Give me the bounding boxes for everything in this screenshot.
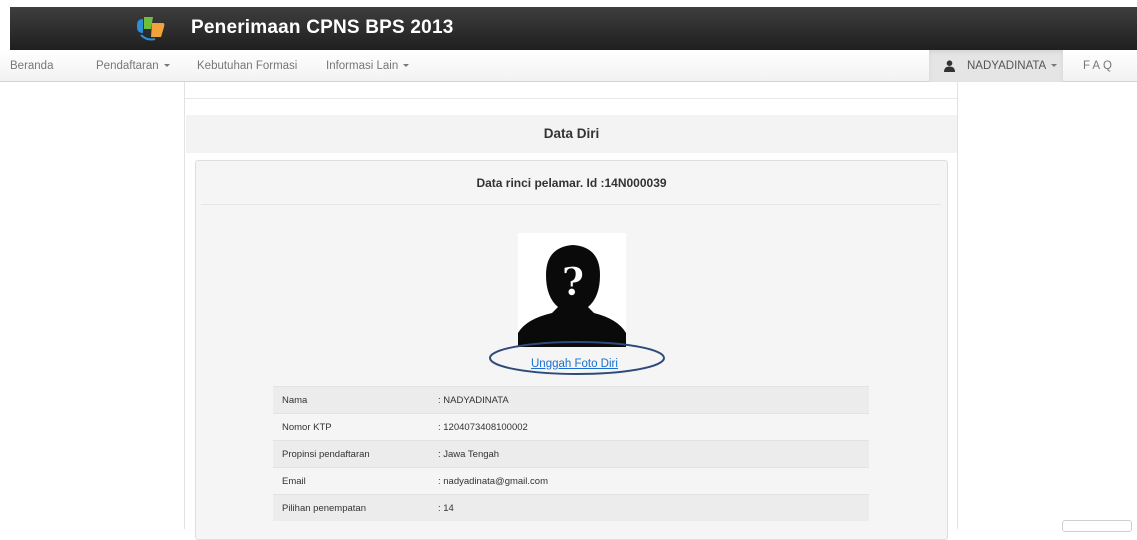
table-row: Pilihan penempatan : 14 [273, 494, 869, 521]
field-label: Nama [282, 395, 308, 406]
table-row: Nomor KTP : 1204073408100002 [273, 413, 869, 440]
nav-item-pendaftaran[interactable]: Pendaftaran [96, 50, 170, 82]
table-row: Nama : NADYADINATA [273, 386, 869, 413]
user-menu[interactable]: NADYADINATA [929, 50, 1063, 82]
caret-down-icon [163, 64, 170, 68]
section-title: Data Diri [186, 115, 957, 153]
field-value: : NADYADINATA [438, 395, 509, 406]
field-label: Pilihan penempatan [282, 503, 366, 514]
table-row: Email : nadyadinata@gmail.com [273, 467, 869, 494]
nav-item-beranda[interactable]: Beranda [10, 50, 53, 82]
unknown-person-icon: ? [518, 233, 626, 347]
svg-text:?: ? [562, 259, 584, 304]
divider [201, 204, 941, 205]
field-label: Propinsi pendaftaran [282, 449, 370, 460]
field-value: : nadyadinata@gmail.com [438, 476, 548, 487]
nav-item-kebutuhan-formasi[interactable]: Kebutuhan Formasi [197, 50, 297, 82]
nav-item-faq[interactable]: FAQ [1083, 50, 1115, 82]
field-label: Email [282, 476, 306, 487]
nav-item-label: Informasi Lain [326, 60, 399, 72]
user-icon [944, 60, 955, 72]
user-name-label: NADYADINATA [967, 50, 1058, 82]
table-row: Propinsi pendaftaran : Jawa Tengah [273, 440, 869, 467]
caret-down-icon [403, 64, 410, 68]
caret-down-icon [1051, 64, 1058, 68]
main-navbar: Beranda Pendaftaran Kebutuhan Formasi In… [0, 50, 1137, 82]
app-title[interactable]: Penerimaan CPNS BPS 2013 [191, 17, 453, 39]
panel-title: Data rinci pelamar. Id :14N000039 [476, 176, 667, 190]
scroll-helper-box[interactable] [1062, 520, 1132, 532]
applicant-data-table: Nama : NADYADINATA Nomor KTP : 120407340… [273, 386, 869, 521]
top-header-bar: Penerimaan CPNS BPS 2013 [10, 7, 1137, 50]
main-content: Data Diri Data rinci pelamar. Id :14N000… [184, 82, 958, 540]
nav-item-label: Beranda [10, 60, 54, 72]
nav-item-label: Pendaftaran [96, 60, 159, 72]
divider [185, 98, 957, 99]
upload-photo-link[interactable]: Unggah Foto Diri [531, 358, 618, 370]
bps-logo-icon[interactable] [133, 15, 169, 43]
field-value: : Jawa Tengah [438, 449, 500, 460]
nav-item-label: Kebutuhan Formasi [197, 60, 298, 72]
field-value: : 1204073408100002 [438, 422, 528, 433]
nav-item-informasi-lain[interactable]: Informasi Lain [326, 50, 410, 82]
field-label: Nomor KTP [282, 422, 332, 433]
applicant-detail-panel: Data rinci pelamar. Id :14N000039 ? Ungg… [195, 160, 948, 540]
field-value: : 14 [438, 503, 454, 514]
